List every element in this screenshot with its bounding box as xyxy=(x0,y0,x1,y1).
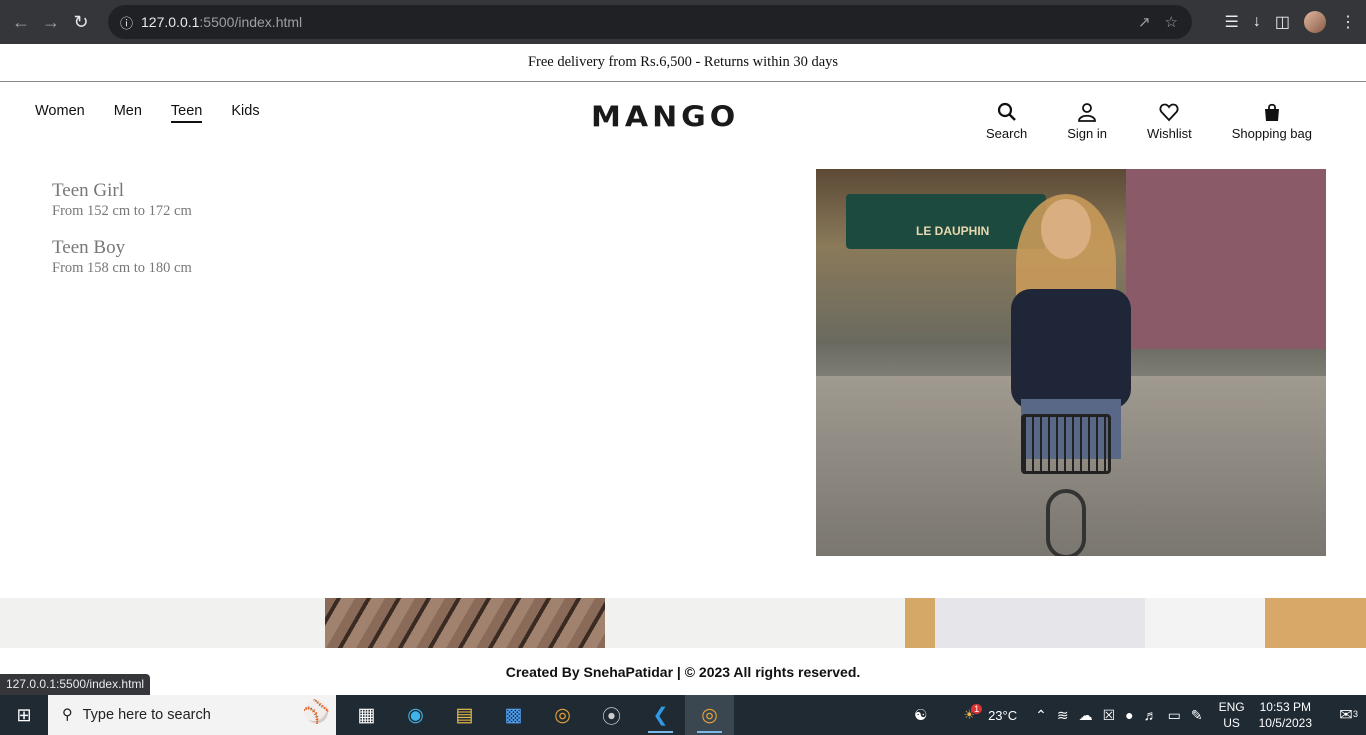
download-icon[interactable]: ↓ xyxy=(1253,13,1261,31)
menu-item-title: Teen Girl xyxy=(52,180,125,201)
windows-taskbar: ⊞ ⚲ Type here to search ⚾ ▦ ◉ ▤ ▩ ◎ ⦿ ❮ … xyxy=(0,695,1366,735)
back-icon[interactable]: ← xyxy=(6,7,36,37)
menu-kebab-icon[interactable]: ⋮ xyxy=(1340,12,1356,32)
notification-count: 3 xyxy=(1352,709,1358,719)
sign-in-label: Sign in xyxy=(1067,126,1107,141)
cyclist-figure xyxy=(991,194,1141,556)
search-icon xyxy=(997,102,1016,121)
background-building xyxy=(1126,169,1326,349)
obs-icon[interactable]: ⦿ xyxy=(587,695,636,735)
main-nav: Women Men Teen Kids xyxy=(35,103,260,123)
heart-icon xyxy=(1159,103,1179,122)
site-header: Women Men Teen Kids MANGO Search Sign in… xyxy=(0,82,1366,152)
onedrive-icon[interactable]: ☁ xyxy=(1079,707,1093,724)
chrome-active-icon[interactable]: ◎ xyxy=(685,695,734,735)
windows-start-icon[interactable]: ⊞ xyxy=(0,695,48,735)
microphone-icon[interactable]: ● xyxy=(1125,707,1133,724)
language-indicator[interactable]: ENG US xyxy=(1219,699,1245,731)
shopping-bag-label: Shopping bag xyxy=(1231,126,1312,141)
edge-browser-icon[interactable]: ◉ xyxy=(391,695,440,735)
search-highlight-icon[interactable]: ⚾ xyxy=(303,699,330,725)
footer-text: Created By SnehaPatidar | © 2023 All rig… xyxy=(505,664,861,680)
weather-temp: 23°C xyxy=(988,707,1018,723)
info-icon[interactable]: ⓘ xyxy=(120,13,133,32)
wishlist-label: Wishlist xyxy=(1146,126,1192,141)
shopping-bag-button[interactable]: Shopping bag xyxy=(1232,102,1312,141)
nav-kids[interactable]: Kids xyxy=(231,103,259,119)
region-code: US xyxy=(1223,716,1240,730)
teen-dropdown-menu: Teen Girl From 152 cm to 172 cm Teen Boy… xyxy=(52,180,192,294)
wishlist-button[interactable]: Wishlist xyxy=(1147,102,1192,141)
shopping-bag-icon xyxy=(1264,103,1279,121)
chevron-up-icon[interactable]: ⌃ xyxy=(1035,707,1047,724)
side-panel-icon[interactable]: ◫ xyxy=(1275,12,1290,32)
product-image-strip xyxy=(0,598,1366,648)
vscode-icon[interactable]: ❮ xyxy=(636,695,685,735)
menu-item-teen-girl[interactable]: Teen Girl From 152 cm to 172 cm xyxy=(52,180,192,220)
bookmark-star-icon[interactable]: ☆ xyxy=(1165,13,1178,31)
menu-item-teen-boy[interactable]: Teen Boy From 158 cm to 180 cm xyxy=(52,237,192,277)
head xyxy=(1041,199,1091,259)
media-control-icon[interactable]: ☰ xyxy=(1225,12,1239,32)
reload-icon[interactable]: ↻ xyxy=(66,7,96,37)
nav-men[interactable]: Men xyxy=(114,103,142,119)
cafe-sign-text: LE DAUPHIN xyxy=(916,224,990,238)
status-bar-url: 127.0.0.1:5500/index.html xyxy=(0,674,151,695)
address-bar[interactable]: ⓘ 127.0.0.1:5500/index.html ↗ ☆ xyxy=(108,5,1192,39)
task-view-icon[interactable]: ▦ xyxy=(342,695,391,735)
menu-item-subtitle: From 158 cm to 180 cm xyxy=(52,260,192,276)
profile-avatar[interactable] xyxy=(1304,11,1326,33)
search-icon: ⚲ xyxy=(62,707,73,723)
url-text: 127.0.0.1:5500/index.html xyxy=(141,14,303,30)
taskbar-search[interactable]: ⚲ Type here to search ⚾ xyxy=(48,695,336,735)
nav-teen[interactable]: Teen xyxy=(170,103,203,123)
brand-logo[interactable]: MANGO xyxy=(591,101,739,134)
sweatshirt xyxy=(1011,289,1131,409)
product-image-white[interactable] xyxy=(905,598,1366,648)
forward-icon[interactable]: → xyxy=(36,7,66,37)
language-code: ENG xyxy=(1218,700,1245,714)
clock[interactable]: 10:53 PM 10/5/2023 xyxy=(1259,699,1312,731)
weather-widget[interactable]: ☀ 1 23°C xyxy=(963,704,1018,723)
people-icon[interactable]: ☯ xyxy=(914,706,927,724)
product-image-print[interactable] xyxy=(325,598,605,648)
chrome-icon[interactable]: ◎ xyxy=(538,695,587,735)
network-icon[interactable]: ≋ xyxy=(1057,707,1069,724)
nav-women[interactable]: Women xyxy=(35,103,85,119)
file-explorer-icon[interactable]: ▤ xyxy=(440,695,489,735)
bicycle-basket xyxy=(1021,414,1111,474)
hero-image: LE DAUPHIN xyxy=(816,169,1326,556)
system-tray: ☯ ☀ 1 23°C ⌃ ≋ ☁ ☒ ● ♬ ▭ ✎ ENG US 10:53 … xyxy=(914,695,1366,735)
search-button[interactable]: Search xyxy=(986,102,1027,141)
clock-date: 10/5/2023 xyxy=(1258,716,1312,730)
bicycle-wheel xyxy=(1046,489,1086,556)
battery-icon[interactable]: ▭ xyxy=(1168,707,1181,724)
weather-badge: 1 xyxy=(971,704,983,714)
clock-time: 10:53 PM xyxy=(1259,700,1311,714)
menu-item-subtitle: From 152 cm to 172 cm xyxy=(52,203,192,219)
volume-icon[interactable]: ♬ xyxy=(1144,707,1158,724)
microsoft-store-icon[interactable]: ▩ xyxy=(489,695,538,735)
meet-icon[interactable]: ☒ xyxy=(1103,707,1116,724)
menu-item-title: Teen Boy xyxy=(52,237,126,258)
site-footer: Created By SnehaPatidar | © 2023 All rig… xyxy=(0,664,1366,680)
pen-icon[interactable]: ✎ xyxy=(1191,707,1203,724)
browser-toolbar: ← → ↻ ⓘ 127.0.0.1:5500/index.html ↗ ☆ ☰ … xyxy=(0,0,1366,44)
taskbar-search-placeholder: Type here to search xyxy=(82,707,211,723)
sign-in-button[interactable]: Sign in xyxy=(1067,102,1107,141)
user-icon xyxy=(1078,103,1096,122)
header-actions: Search Sign in Wishlist Shopping bag xyxy=(986,102,1312,141)
delivery-banner: Free delivery from Rs.6,500 - Returns wi… xyxy=(0,44,1366,82)
search-label: Search xyxy=(986,126,1028,141)
share-icon[interactable]: ↗ xyxy=(1138,13,1151,31)
banner-text: Free delivery from Rs.6,500 - Returns wi… xyxy=(527,54,839,70)
notification-center-icon[interactable]: ✉ 3 xyxy=(1326,705,1366,725)
